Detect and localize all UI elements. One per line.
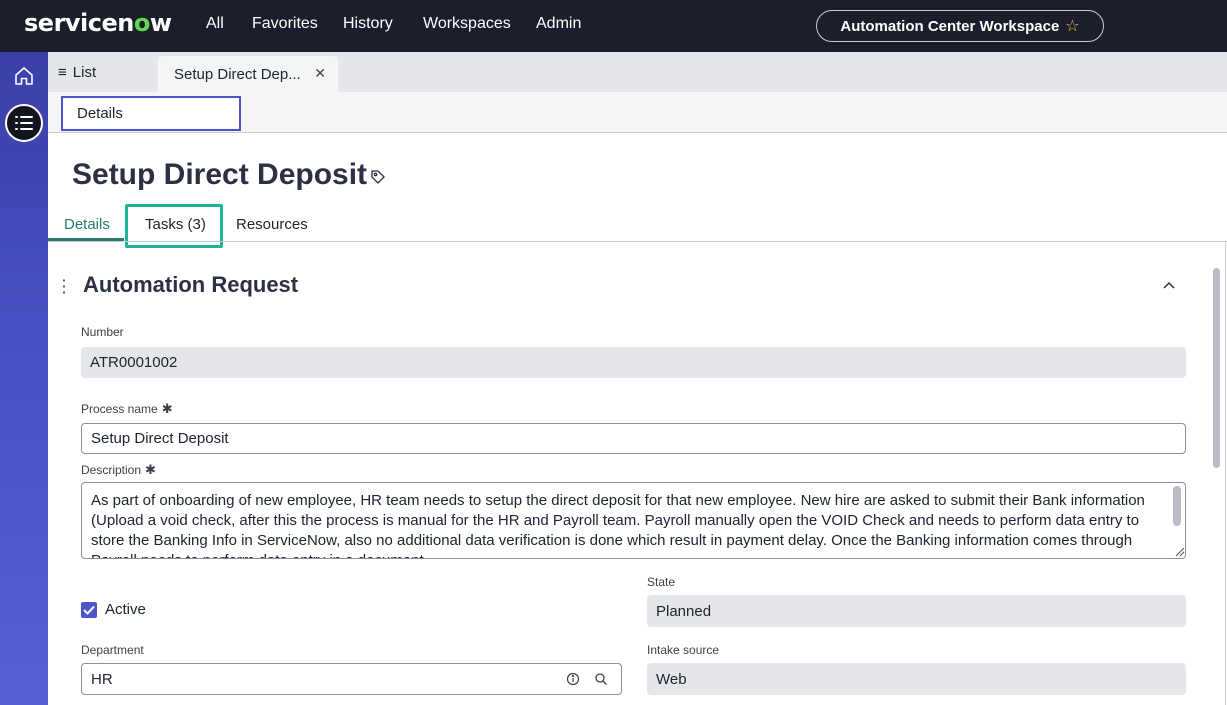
number-label: Number (81, 325, 124, 339)
tabs-divider (48, 241, 1227, 242)
department-label: Department (81, 643, 144, 657)
nav-admin[interactable]: Admin (536, 15, 581, 33)
required-icon: ✱ (145, 462, 156, 477)
panel-border (1225, 241, 1226, 705)
tag-icon[interactable] (370, 169, 386, 185)
state-field: Planned (647, 595, 1186, 627)
star-icon[interactable]: ☆ (1065, 16, 1079, 36)
department-value: HR (91, 670, 113, 688)
servicenow-logo[interactable]: servicenow (24, 9, 172, 37)
list-tab[interactable]: ≡ List (58, 64, 96, 81)
drag-handle-icon[interactable]: · · · (62, 273, 67, 299)
subtab-row: Details (48, 92, 1227, 133)
nav-workspaces[interactable]: Workspaces (423, 15, 511, 33)
page-title: Setup Direct Deposit (72, 158, 368, 191)
section-title: Automation Request (83, 272, 299, 297)
process-name-label: Process name ✱ (81, 401, 173, 416)
info-icon[interactable] (566, 672, 580, 686)
workspace-switcher[interactable]: Automation Center Workspace ☆ (816, 10, 1104, 42)
list-tab-label: List (72, 64, 97, 81)
description-label: Description ✱ (81, 462, 156, 477)
close-icon[interactable]: ✕ (314, 65, 326, 82)
nav-favorites[interactable]: Favorites (252, 15, 318, 33)
record-tab-label: Setup Direct Dep... (174, 65, 301, 83)
intake-source-field: Web (647, 663, 1186, 695)
record-tab[interactable]: Setup Direct Dep... ✕ (158, 56, 338, 92)
nav-history[interactable]: History (343, 15, 393, 33)
description-scrollbar[interactable] (1173, 486, 1181, 526)
resize-handle-icon[interactable] (1175, 547, 1185, 557)
left-sidebar (0, 52, 48, 705)
active-checkbox[interactable] (81, 602, 97, 618)
tab-strip: ≡ List Setup Direct Dep... ✕ (48, 52, 1227, 92)
state-label: State (647, 575, 676, 589)
search-icon[interactable] (594, 672, 608, 686)
required-icon: ✱ (161, 401, 173, 416)
chevron-up-icon[interactable] (1160, 276, 1178, 294)
department-field[interactable]: HR (81, 663, 622, 695)
number-field: ATR0001002 (81, 347, 1186, 378)
active-label: Active (105, 601, 146, 618)
nav-all[interactable]: All (206, 15, 224, 33)
tab-resources[interactable]: Resources (236, 216, 308, 233)
list-view-icon[interactable] (5, 104, 43, 142)
process-name-field[interactable]: Setup Direct Deposit (81, 423, 1186, 454)
home-icon[interactable] (12, 64, 36, 88)
details-subtab[interactable]: Details (61, 96, 241, 131)
top-header: servicenow All Favorites History Workspa… (0, 0, 1227, 52)
scrollbar[interactable] (1213, 268, 1220, 468)
hamburger-icon: ≡ (58, 64, 67, 81)
intake-source-label: Intake source (647, 643, 720, 657)
tab-details[interactable]: Details (64, 216, 110, 233)
description-field[interactable]: As part of onboarding of new employee, H… (81, 482, 1186, 559)
workspace-label: Automation Center Workspace (840, 17, 1060, 35)
